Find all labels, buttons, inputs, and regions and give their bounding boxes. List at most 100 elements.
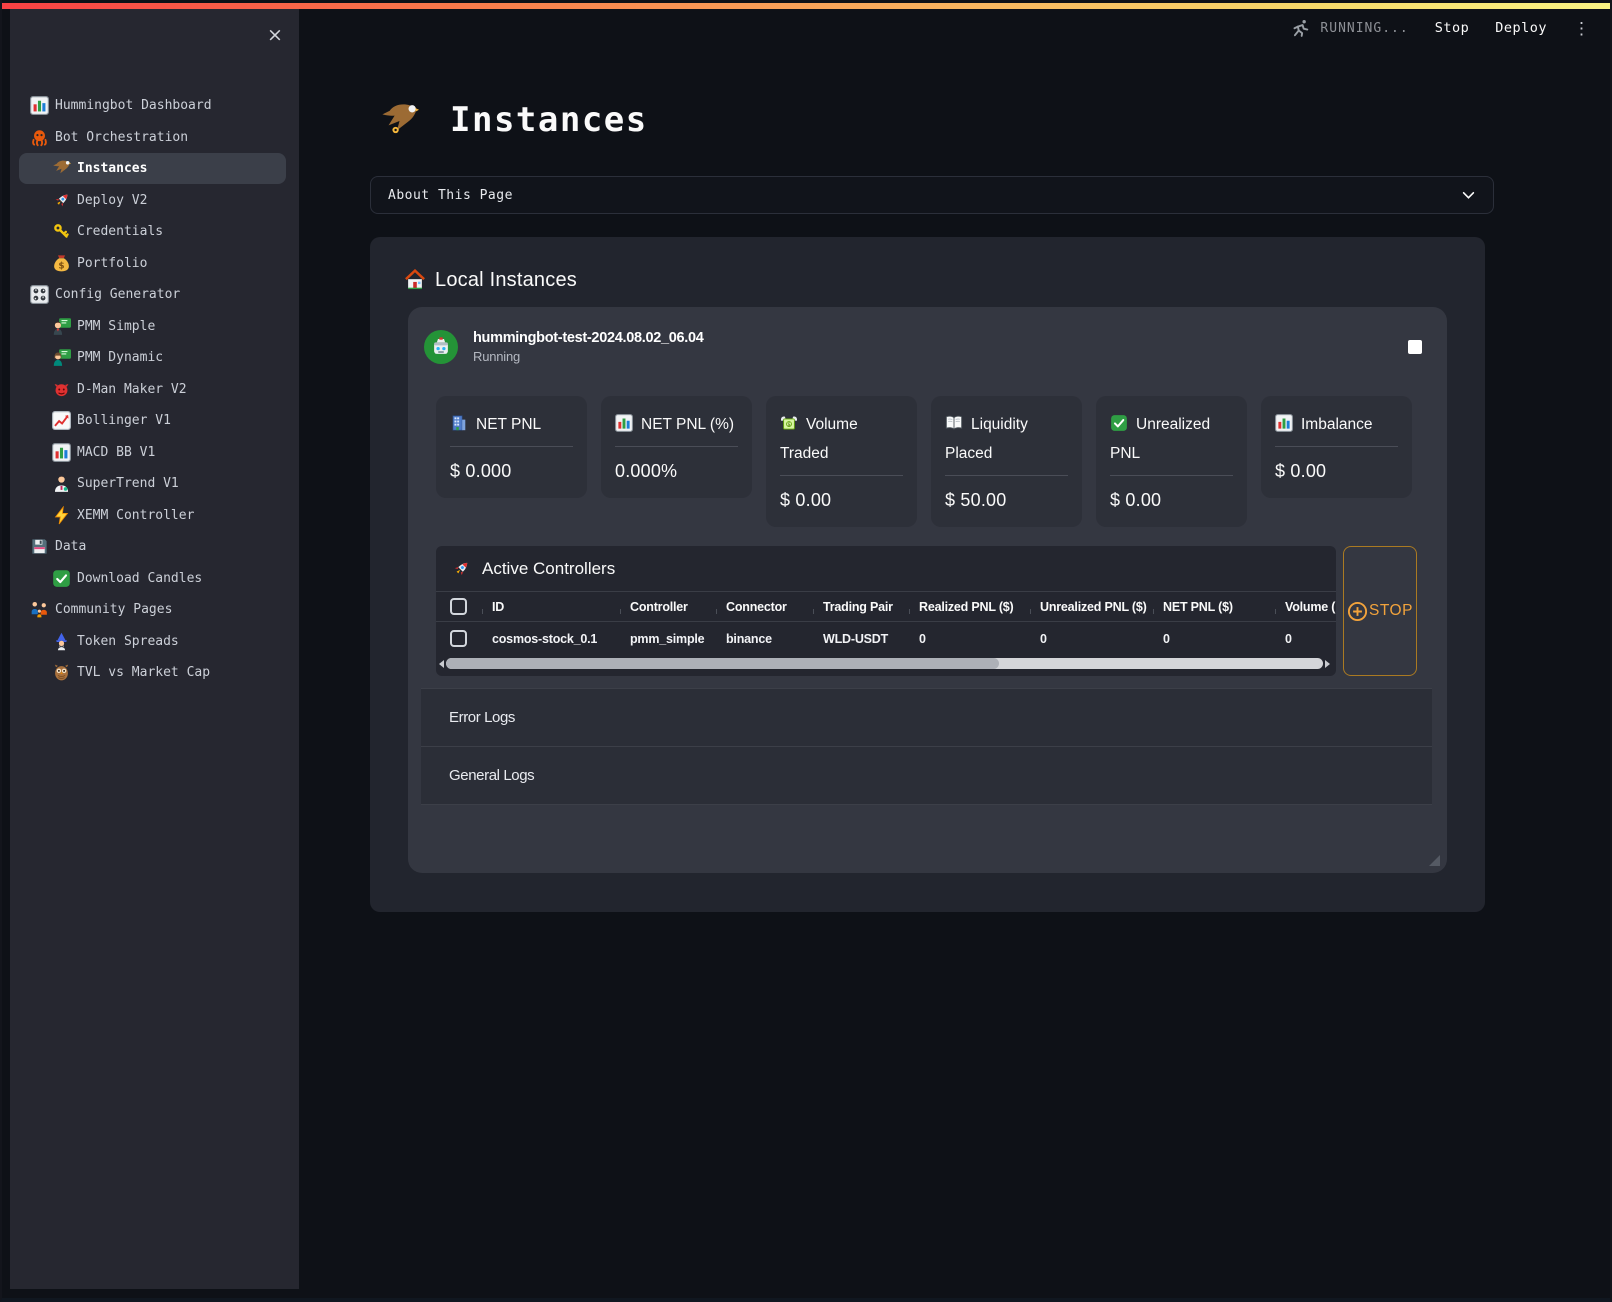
sidebar-item-data[interactable]: Data bbox=[19, 531, 286, 562]
sidebar-item-deploy-v2[interactable]: Deploy V2 bbox=[19, 185, 286, 216]
sidebar-item-hummingbot-dashboard[interactable]: Hummingbot Dashboard bbox=[19, 90, 286, 121]
sidebar-item-pmm-dynamic[interactable]: PMM Dynamic bbox=[19, 342, 286, 373]
status-text: RUNNING... bbox=[1320, 21, 1408, 36]
metric-divider bbox=[450, 446, 573, 447]
scroll-left-icon[interactable] bbox=[439, 660, 444, 668]
column-header-realized-pnl: Realized PNL ($) bbox=[907, 600, 1028, 614]
page-title-row: Instances bbox=[380, 97, 1494, 143]
control-knobs-icon bbox=[30, 285, 49, 304]
sidebar-item-label: Download Candles bbox=[77, 571, 202, 586]
sidebar-item-community-pages[interactable]: Community Pages bbox=[19, 594, 286, 625]
sidebar-item-supertrend-v1[interactable]: SuperTrend V1 bbox=[19, 468, 286, 499]
stop-instance-button[interactable]: STOP bbox=[1343, 546, 1417, 676]
resize-handle[interactable] bbox=[1429, 855, 1440, 866]
sidebar-item-bollinger-v1[interactable]: Bollinger V1 bbox=[19, 405, 286, 436]
error-logs-expander[interactable]: Error Logs bbox=[421, 689, 1432, 747]
sidebar-close-icon[interactable]: × bbox=[263, 23, 287, 47]
sidebar-item-token-spreads[interactable]: Token Spreads bbox=[19, 626, 286, 657]
instance-checkbox[interactable] bbox=[1408, 340, 1422, 354]
metric-label-row: Imbalance bbox=[1275, 410, 1398, 439]
octopus-icon bbox=[30, 128, 49, 147]
sidebar-item-macd-bb-v1[interactable]: MACD BB V1 bbox=[19, 437, 286, 468]
cell-unrealized-pnl: 0 bbox=[1028, 632, 1151, 646]
stop-button-label: STOP bbox=[1369, 602, 1413, 620]
scrollbar-thumb[interactable] bbox=[446, 658, 999, 669]
controllers-title: Active Controllers bbox=[482, 559, 615, 579]
sidebar-item-label: Deploy V2 bbox=[77, 193, 147, 208]
devil-face-icon bbox=[52, 380, 71, 399]
sidebar-item-config-generator[interactable]: Config Generator bbox=[19, 279, 286, 310]
rocket-icon bbox=[52, 191, 71, 210]
instance-status: Running bbox=[473, 349, 1393, 364]
metric-label-row: NET PNL bbox=[450, 410, 573, 439]
sidebar-item-label: Data bbox=[55, 539, 86, 554]
metric-liquidity-placed: Liquidity Placed $ 50.00 bbox=[931, 396, 1082, 527]
bar-chart-icon bbox=[30, 96, 49, 115]
sidebar-item-pmm-simple[interactable]: PMM Simple bbox=[19, 311, 286, 342]
sidebar-item-label: Bollinger V1 bbox=[77, 413, 171, 428]
metric-net-pnl: NET PNL $ 0.000 bbox=[436, 396, 587, 498]
page-content: Instances About This Page Local Instance… bbox=[370, 97, 1494, 912]
sidebar-item-dman-maker-v2[interactable]: D-Man Maker V2 bbox=[19, 374, 286, 405]
general-logs-expander[interactable]: General Logs bbox=[421, 747, 1432, 805]
owl-icon bbox=[52, 663, 71, 682]
local-instances-card: Local Instances hummingbot-test-2024.08.… bbox=[370, 237, 1485, 912]
instance-header: hummingbot-test-2024.08.02_06.04 Running bbox=[408, 322, 1447, 372]
rocket-icon bbox=[451, 559, 471, 579]
select-all-checkbox[interactable] bbox=[450, 598, 467, 615]
logs-section: Error Logs General Logs bbox=[421, 688, 1432, 805]
sidebar-item-tvl-vs-market-cap[interactable]: TVL vs Market Cap bbox=[19, 657, 286, 688]
page-title: Instances bbox=[450, 100, 648, 140]
metric-label: NET PNL bbox=[476, 416, 541, 433]
sidebar-item-label: PMM Simple bbox=[77, 319, 155, 334]
sidebar-item-label: Instances bbox=[77, 161, 147, 176]
cell-trading-pair: WLD-USDT bbox=[811, 632, 907, 646]
metric-unrealized-pnl: Unrealized PNL $ 0.00 bbox=[1096, 396, 1247, 527]
sidebar-item-label: MACD BB V1 bbox=[77, 445, 155, 460]
active-controllers-header: Active Controllers bbox=[436, 546, 1336, 591]
deploy-button[interactable]: Deploy bbox=[1495, 20, 1547, 36]
metric-value: $ 0.000 bbox=[450, 461, 573, 482]
sidebar-item-download-candles[interactable]: Download Candles bbox=[19, 563, 286, 594]
controllers-row: Active Controllers ID Controller Connect… bbox=[436, 546, 1419, 676]
sidebar-item-portfolio[interactable]: $ Portfolio bbox=[19, 248, 286, 279]
metric-label: NET PNL (%) bbox=[641, 416, 734, 433]
cell-id: cosmos-stock_0.1 bbox=[480, 632, 618, 646]
instance-meta: hummingbot-test-2024.08.02_06.04 Running bbox=[473, 330, 1393, 364]
cell-connector: binance bbox=[714, 632, 811, 646]
overflow-menu-icon[interactable]: ⋮ bbox=[1573, 20, 1590, 37]
sidebar-item-label: XEMM Controller bbox=[77, 508, 194, 523]
metric-label: Imbalance bbox=[1301, 416, 1373, 433]
sidebar-item-instances[interactable]: Instances bbox=[19, 153, 286, 184]
sidebar-item-xemm-controller[interactable]: XEMM Controller bbox=[19, 500, 286, 531]
open-book-icon bbox=[945, 414, 963, 432]
row-select-cell bbox=[436, 630, 480, 647]
row-checkbox[interactable] bbox=[450, 630, 467, 647]
scroll-right-icon[interactable] bbox=[1325, 660, 1330, 668]
scrollbar-track[interactable] bbox=[446, 658, 1323, 669]
column-header-connector: Connector bbox=[714, 600, 811, 614]
eagle-icon bbox=[380, 101, 419, 140]
running-man-icon bbox=[1292, 19, 1310, 37]
topbar: RUNNING... Stop Deploy ⋮ bbox=[299, 9, 1608, 43]
woman-teacher-icon bbox=[52, 348, 71, 367]
sidebar-item-label: Config Generator bbox=[55, 287, 180, 302]
lightning-icon bbox=[52, 506, 71, 525]
sidebar-item-label: Credentials bbox=[77, 224, 163, 239]
stop-app-button[interactable]: Stop bbox=[1435, 20, 1470, 36]
sidebar-item-bot-orchestration[interactable]: Bot Orchestration bbox=[19, 122, 286, 153]
local-instances-header: Local Instances bbox=[404, 265, 1447, 295]
error-logs-label: Error Logs bbox=[449, 709, 515, 726]
sidebar-item-label: Community Pages bbox=[55, 602, 172, 617]
office-building-icon bbox=[450, 414, 468, 432]
family-icon bbox=[30, 600, 49, 619]
metric-label-row: Unrealized PNL bbox=[1110, 410, 1233, 468]
app-window: × Hummingbot Dashboard Bot Orchestration… bbox=[0, 0, 1612, 1302]
check-mark-icon bbox=[1110, 414, 1128, 432]
robot-avatar-icon bbox=[424, 330, 458, 364]
column-header-trading-pair: Trading Pair bbox=[811, 600, 907, 614]
metric-divider bbox=[945, 475, 1068, 476]
sidebar-nav: Hummingbot Dashboard Bot Orchestration I… bbox=[10, 90, 299, 689]
about-this-page-expander[interactable]: About This Page bbox=[370, 176, 1494, 214]
sidebar-item-credentials[interactable]: Credentials bbox=[19, 216, 286, 247]
